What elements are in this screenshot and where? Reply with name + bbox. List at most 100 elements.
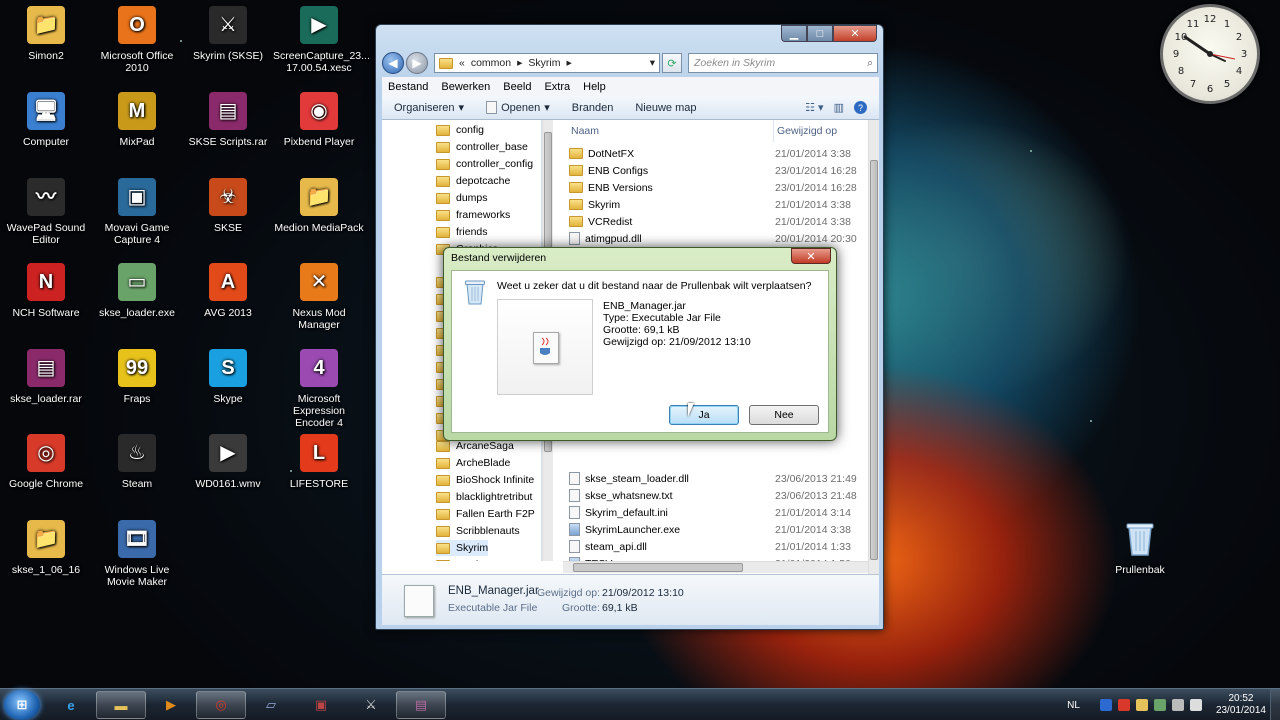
nav-item[interactable]: Fallen Earth F2P (436, 506, 535, 522)
file-row[interactable]: Skyrim 21/01/2014 3:38 (563, 196, 863, 213)
breadcrumb-prefix[interactable]: « (459, 57, 465, 69)
chevron-down-icon[interactable]: ▾ (650, 57, 655, 69)
column-modified-header[interactable]: Gewijzigd op (773, 120, 837, 142)
menu-edit[interactable]: Bewerken (441, 81, 490, 93)
column-name-header[interactable]: Naam (571, 120, 599, 142)
taskbar-internet-explorer-icon[interactable]: e (46, 691, 96, 719)
clock-gadget[interactable]: 12 1 2 345 678 9 10 11 (1160, 4, 1260, 104)
file-row[interactable]: skse_whatsnew.txt 23/06/2013 21:48 (563, 487, 863, 504)
nav-item[interactable]: Skyrim (436, 540, 489, 556)
desktop-shortcut[interactable]: 🖥 Computer (0, 92, 92, 148)
open-button[interactable]: Openen ▾ (486, 101, 550, 114)
file-horizontal-scrollbar[interactable] (563, 561, 868, 573)
desktop-shortcut[interactable]: ▶ WD0161.wmv (182, 434, 274, 490)
desktop-shortcut[interactable]: 📁 Medion MediaPack (273, 178, 365, 234)
bluetooth-icon[interactable] (1099, 699, 1112, 711)
desktop-shortcut[interactable]: 〰 WavePad Sound Editor (0, 178, 92, 246)
file-row[interactable]: ENB Versions 23/01/2014 16:28 (563, 179, 863, 196)
file-row[interactable]: Skyrim_default.ini 21/01/2014 3:14 (563, 504, 863, 521)
chevron-right-icon[interactable]: ▸ (566, 57, 571, 69)
desktop-shortcut[interactable]: 4 Microsoft Expression Encoder 4 (273, 349, 365, 429)
breadcrumb-skyrim[interactable]: Skyrim (528, 57, 560, 69)
breadcrumb-common[interactable]: common (471, 57, 511, 69)
dialog-close-button[interactable]: ✕ (791, 248, 831, 264)
nav-item[interactable]: BioShock Infinite (436, 472, 534, 488)
desktop-shortcut[interactable]: ♨ Steam (91, 434, 183, 490)
taskbar-explorer-icon[interactable]: ▬ (96, 691, 146, 719)
nav-item[interactable]: controller_base (436, 139, 528, 155)
nav-item[interactable]: frameworks (436, 207, 510, 223)
desktop-shortcut[interactable]: ▭ skse_loader.exe (91, 263, 183, 319)
taskbar-media-player-icon[interactable]: ▶ (146, 691, 196, 719)
taskbar-clock[interactable]: 20:52 23/01/2014 (1216, 693, 1266, 717)
nav-item[interactable]: blacklightretribut (436, 489, 532, 505)
desktop-shortcut[interactable]: ✕ Nexus Mod Manager (273, 263, 365, 331)
file-row[interactable]: SkyrimLauncher.exe 21/01/2014 3:38 (563, 521, 863, 538)
search-icon[interactable]: ⌕ (867, 57, 873, 70)
file-row[interactable]: skse_steam_loader.dll 23/06/2013 21:49 (563, 470, 863, 487)
forward-button[interactable]: ▶ (406, 52, 428, 74)
address-bar[interactable]: « common ▸ Skyrim ▸ ▾ (434, 53, 660, 73)
desktop-shortcut[interactable]: ▶ ScreenCapture_23... 17.00.54.xesc (273, 6, 370, 74)
desktop-shortcut[interactable]: O Microsoft Office 2010 (91, 6, 183, 74)
help-icon[interactable]: ? (854, 101, 867, 114)
start-button[interactable]: ⊞ (4, 690, 40, 720)
refresh-button[interactable]: ⟳ (662, 53, 682, 73)
desktop-shortcut[interactable]: ◉ Pixbend Player (273, 92, 365, 148)
chrome-tray-icon[interactable] (1117, 699, 1130, 711)
nav-item[interactable]: friends (436, 224, 488, 240)
desktop-shortcut[interactable]: 📁 Simon2 (0, 6, 92, 62)
desktop-shortcut[interactable]: 📁 skse_1_06_16 (0, 520, 92, 576)
nav-item[interactable]: config (436, 122, 484, 138)
organize-button[interactable]: Organiseren ▾ (394, 101, 464, 115)
desktop-shortcut[interactable]: 99 Fraps (91, 349, 183, 405)
file-row[interactable]: steam_api.dll 21/01/2014 1:33 (563, 538, 863, 555)
menu-view[interactable]: Beeld (503, 81, 531, 93)
nav-item[interactable]: Warframe (436, 557, 502, 561)
file-row[interactable]: DotNetFX 21/01/2014 3:38 (563, 145, 863, 162)
back-button[interactable]: ◀ (382, 52, 404, 74)
volume-icon[interactable] (1189, 699, 1202, 711)
desktop-shortcut[interactable]: ▤ skse_loader.rar (0, 349, 92, 405)
maximize-button[interactable]: □ (807, 25, 833, 42)
network-tray-icon[interactable] (1135, 699, 1148, 711)
taskbar-chrome-icon[interactable]: ◎ (196, 691, 246, 719)
yes-button[interactable]: Ja (669, 405, 739, 425)
preview-pane-icon[interactable]: ▥ (834, 101, 844, 114)
search-input[interactable]: Zoeken in Skyrim ⌕ (688, 53, 878, 73)
file-row[interactable]: ENB Configs 23/01/2014 16:28 (563, 162, 863, 179)
recycle-bin-shortcut[interactable]: Prullenbak (1094, 520, 1186, 576)
file-row[interactable]: VCRedist 21/01/2014 3:38 (563, 213, 863, 230)
desktop-shortcut[interactable]: ◎ Google Chrome (0, 434, 92, 490)
security-tray-icon[interactable] (1153, 699, 1166, 711)
desktop-shortcut[interactable]: ⚔ Skyrim (SKSE) (182, 6, 274, 62)
desktop-shortcut[interactable]: L LIFESTORE (273, 434, 365, 490)
horizontal-scroll-thumb[interactable] (573, 563, 743, 572)
menu-help[interactable]: Help (583, 81, 606, 93)
file-row[interactable]: atimgpud.dll 20/01/2014 20:30 (563, 230, 863, 247)
file-scrollbar[interactable] (868, 120, 879, 574)
close-button[interactable]: ✕ (833, 25, 877, 42)
nav-item[interactable]: controller_config (436, 156, 533, 172)
signal-icon[interactable] (1171, 699, 1184, 711)
minimize-button[interactable]: ▁ (781, 25, 807, 42)
nav-item[interactable]: ArcheBlade (436, 455, 510, 471)
view-options-icon[interactable]: ☷ ▾ (805, 101, 823, 114)
nav-item[interactable]: depotcache (436, 173, 510, 189)
burn-button[interactable]: Branden (572, 102, 614, 114)
desktop-shortcut[interactable]: S Skype (182, 349, 274, 405)
delete-file-dialog[interactable]: Bestand verwijderen ✕ Weet u zeker dat u… (443, 247, 837, 441)
desktop-shortcut[interactable]: ☣ SKSE (182, 178, 274, 234)
desktop-shortcut[interactable]: ▣ Movavi Game Capture 4 (91, 178, 183, 246)
desktop-shortcut[interactable]: N NCH Software (0, 263, 92, 319)
new-folder-button[interactable]: Nieuwe map (635, 102, 696, 114)
taskbar-notepad-icon[interactable]: ▱ (246, 691, 296, 719)
taskbar-winrar-icon[interactable]: ▤ (396, 691, 446, 719)
nav-item[interactable]: Scribblenauts (436, 523, 520, 539)
file-scroll-thumb[interactable] (870, 160, 878, 560)
desktop-shortcut[interactable]: M MixPad (91, 92, 183, 148)
taskbar-expression-icon[interactable]: ▣ (296, 691, 346, 719)
desktop-shortcut[interactable]: ▤ SKSE Scripts.rar (182, 92, 274, 148)
menu-extra[interactable]: Extra (544, 81, 570, 93)
nav-item[interactable]: dumps (436, 190, 488, 206)
